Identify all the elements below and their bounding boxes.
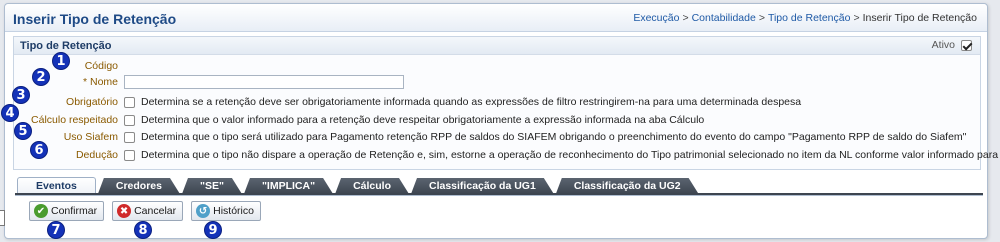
nome-row: * Nome [14,74,404,90]
siafem-checkbox[interactable] [124,131,135,143]
annotation-badge: 2 [32,68,50,86]
ativo-label: Ativo [931,39,955,51]
deducao-checkbox[interactable] [124,149,135,161]
breadcrumb-current: Inserir Tipo de Retenção [862,12,977,24]
tab-implica[interactable]: "IMPLICA" [244,178,333,194]
calculo-row: Cálculo respeitado Determina que o valor… [14,112,704,128]
confirmar-label: Confirmar [51,205,98,217]
historico-button[interactable]: ↺ Histórico [191,201,261,221]
tipo-retencao-panel: Tipo de Retenção Ativo Código * Nome Obr… [13,36,1000,170]
annotation-badge: 9 [204,221,222,239]
panel-header: Tipo de Retenção Ativo [14,37,980,55]
check-icon: ✔ [34,204,48,218]
annotation-badge: 1 [52,52,70,70]
tab-classificacao-ug2[interactable]: Classificação da UG2 [556,178,699,194]
breadcrumb-tipo-retencao[interactable]: Tipo de Retenção [768,12,851,24]
cancelar-label: Cancelar [134,205,177,217]
breadcrumb-separator: > [682,12,689,24]
tab-calculo[interactable]: Cálculo [335,178,409,194]
nome-label: * Nome [82,76,118,88]
annotation-badge: 6 [30,141,48,159]
page-title: Inserir Tipo de Retenção [13,11,177,27]
annotation-badge: 4 [1,104,19,122]
panel-title: Tipo de Retenção [20,40,112,52]
calculo-checkbox[interactable] [124,114,135,126]
tab-bar: Eventos Credores "SE" "IMPLICA" Cálculo … [17,177,701,194]
ativo-field: Ativo [932,39,972,51]
confirmar-button[interactable]: ✔ Confirmar [29,201,105,221]
breadcrumb-separator: > [853,12,860,24]
deducao-description: Determina que o tipo não dispare a opera… [141,149,1000,161]
historico-label: Histórico [213,205,254,217]
breadcrumb: Execução > Contabilidade > Tipo de Retenção >… [633,12,977,24]
annotation-badge: 8 [134,221,152,239]
ativo-checkbox[interactable] [961,39,972,51]
annotation-badge: 5 [14,122,32,140]
tab-eventos[interactable]: Eventos [17,177,96,194]
tab-se[interactable]: "SE" [182,178,242,194]
deducao-row: Dedução Determina que o tipo não dispare… [14,147,1000,163]
tab-classificacao-ug1[interactable]: Classificação da UG1 [411,178,554,194]
calculo-description: Determina que o valor informado para a r… [141,114,705,126]
cancel-icon: ✖ [117,204,132,218]
obrigatorio-label: Obrigatório [66,96,118,108]
tab-divider-light [15,195,983,196]
main-window: Inserir Tipo de Retenção Execução > Contab… [4,3,1000,239]
calculo-label: Cálculo respeitado [31,114,118,126]
breadcrumb-separator: > [758,12,765,24]
siafem-description: Determina que o tipo será utilizado para… [141,131,967,143]
annotation-badge: 3 [12,86,30,104]
action-bar: ✔ Confirmar ✖ Cancelar ↺ Histórico [29,200,269,222]
obrigatorio-description: Determina se a retenção deve ser obrigat… [141,96,802,108]
breadcrumb-contabilidade[interactable]: Contabilidade [692,12,756,24]
history-icon: ↺ [196,204,211,218]
nome-input[interactable] [124,75,404,89]
siafem-row: Uso Siafem Determina que o tipo será uti… [14,129,967,145]
page-header: Inserir Tipo de Retenção Execução > Contab… [5,4,987,32]
tab-credores[interactable]: Credores [98,178,180,194]
cancelar-button[interactable]: ✖ Cancelar [112,201,184,221]
obrigatorio-checkbox[interactable] [124,96,135,108]
breadcrumb-execucao[interactable]: Execução [633,12,679,24]
annotation-badge: 7 [47,221,65,239]
side-handle[interactable] [0,210,5,226]
obrigatorio-row: Obrigatório Determina se a retenção deve… [14,94,801,110]
